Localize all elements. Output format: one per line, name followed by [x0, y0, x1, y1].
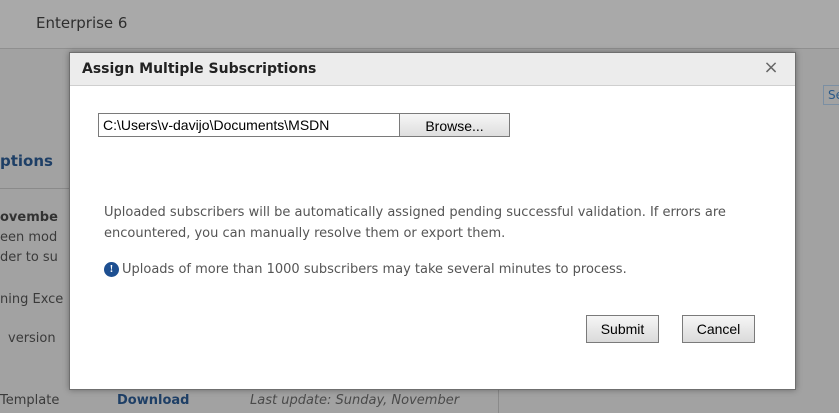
- file-upload-row: C:\Users\v-davijo\Documents\MSDN Browse.…: [98, 113, 510, 137]
- close-icon[interactable]: ×: [761, 57, 781, 79]
- page-header-title: Enterprise 6: [36, 14, 128, 32]
- page-header: Enterprise 6: [0, 0, 839, 49]
- assign-subscriptions-dialog: Assign Multiple Subscriptions × C:\Users…: [69, 52, 796, 390]
- upload-info-text: Uploaded subscribers will be automatical…: [104, 205, 726, 241]
- cancel-button[interactable]: Cancel: [682, 315, 755, 343]
- dialog-titlebar: Assign Multiple Subscriptions ×: [70, 53, 795, 86]
- sidebar-item-text-2: der to su: [0, 250, 58, 265]
- column-divider: [498, 388, 499, 413]
- sidebar-item-text-1: een mod: [0, 230, 58, 245]
- sidebar-item-excel: ning Exce: [0, 292, 64, 307]
- sidebar-item-version: version: [8, 331, 56, 346]
- upload-note-text: Uploads of more than 1000 subscribers ma…: [122, 262, 627, 277]
- file-path-input[interactable]: C:\Users\v-davijo\Documents\MSDN: [98, 113, 399, 137]
- submit-button[interactable]: Submit: [586, 315, 659, 343]
- last-update-text: Last update: Sunday, November: [250, 393, 460, 408]
- upload-note: ! Uploads of more than 1000 subscribers …: [104, 262, 627, 277]
- download-link[interactable]: Download: [117, 393, 189, 408]
- section-divider: [0, 188, 70, 189]
- browse-button[interactable]: Browse...: [399, 113, 510, 137]
- template-label: Template: [0, 393, 60, 408]
- dialog-title: Assign Multiple Subscriptions: [82, 61, 317, 77]
- sidebar-item-november: ovembe: [0, 210, 58, 225]
- search-button[interactable]: Sear: [823, 85, 839, 105]
- section-title: ptions: [0, 152, 53, 170]
- info-icon: !: [104, 262, 119, 277]
